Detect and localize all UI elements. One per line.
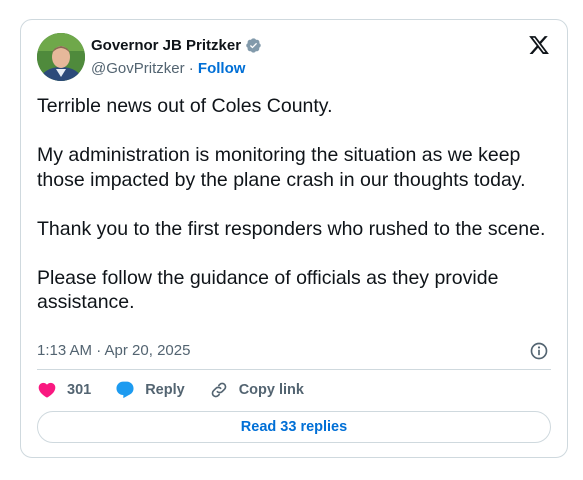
like-count: 301 bbox=[67, 382, 92, 398]
tweet-paragraph: Thank you to the first responders who ru… bbox=[37, 217, 546, 240]
copy-link-label: Copy link bbox=[238, 382, 304, 398]
tweet-text: Terrible news out of Coles County. My ad… bbox=[37, 94, 547, 315]
tweet-card: Governor JB Pritzker @GovPritzker · Foll… bbox=[20, 19, 568, 458]
verified-badge-icon bbox=[245, 37, 262, 54]
reply-label: Reply bbox=[145, 382, 185, 398]
info-icon[interactable] bbox=[529, 341, 549, 361]
author-handle-row: @GovPritzker · Follow bbox=[91, 60, 245, 77]
author-name[interactable]: Governor JB Pritzker bbox=[91, 37, 241, 54]
reply-bubble-icon bbox=[116, 381, 134, 399]
action-bar: 301 Reply Copy link bbox=[37, 380, 328, 400]
tweet-timestamp[interactable]: 1:13 AM · Apr 20, 2025 bbox=[37, 342, 190, 359]
reply-button[interactable]: Reply bbox=[115, 380, 185, 400]
author-handle[interactable]: @GovPritzker bbox=[91, 60, 185, 77]
like-button[interactable]: 301 bbox=[37, 380, 91, 400]
x-logo-icon[interactable] bbox=[528, 34, 550, 56]
author-name-row: Governor JB Pritzker bbox=[91, 37, 262, 54]
tweet-paragraph: Terrible news out of Coles County. bbox=[37, 95, 333, 117]
divider bbox=[37, 369, 551, 370]
tweet-paragraph: My administration is monitoring the situ… bbox=[37, 144, 526, 191]
link-icon bbox=[211, 382, 227, 398]
tweet-paragraph: Please follow the guidance of officials … bbox=[37, 266, 499, 314]
read-replies-button[interactable]: Read 33 replies bbox=[37, 411, 551, 443]
copy-link-button[interactable]: Copy link bbox=[209, 380, 304, 400]
separator: · bbox=[188, 60, 194, 77]
heart-icon bbox=[38, 382, 56, 398]
avatar[interactable] bbox=[37, 33, 85, 81]
follow-button[interactable]: Follow bbox=[198, 60, 246, 77]
